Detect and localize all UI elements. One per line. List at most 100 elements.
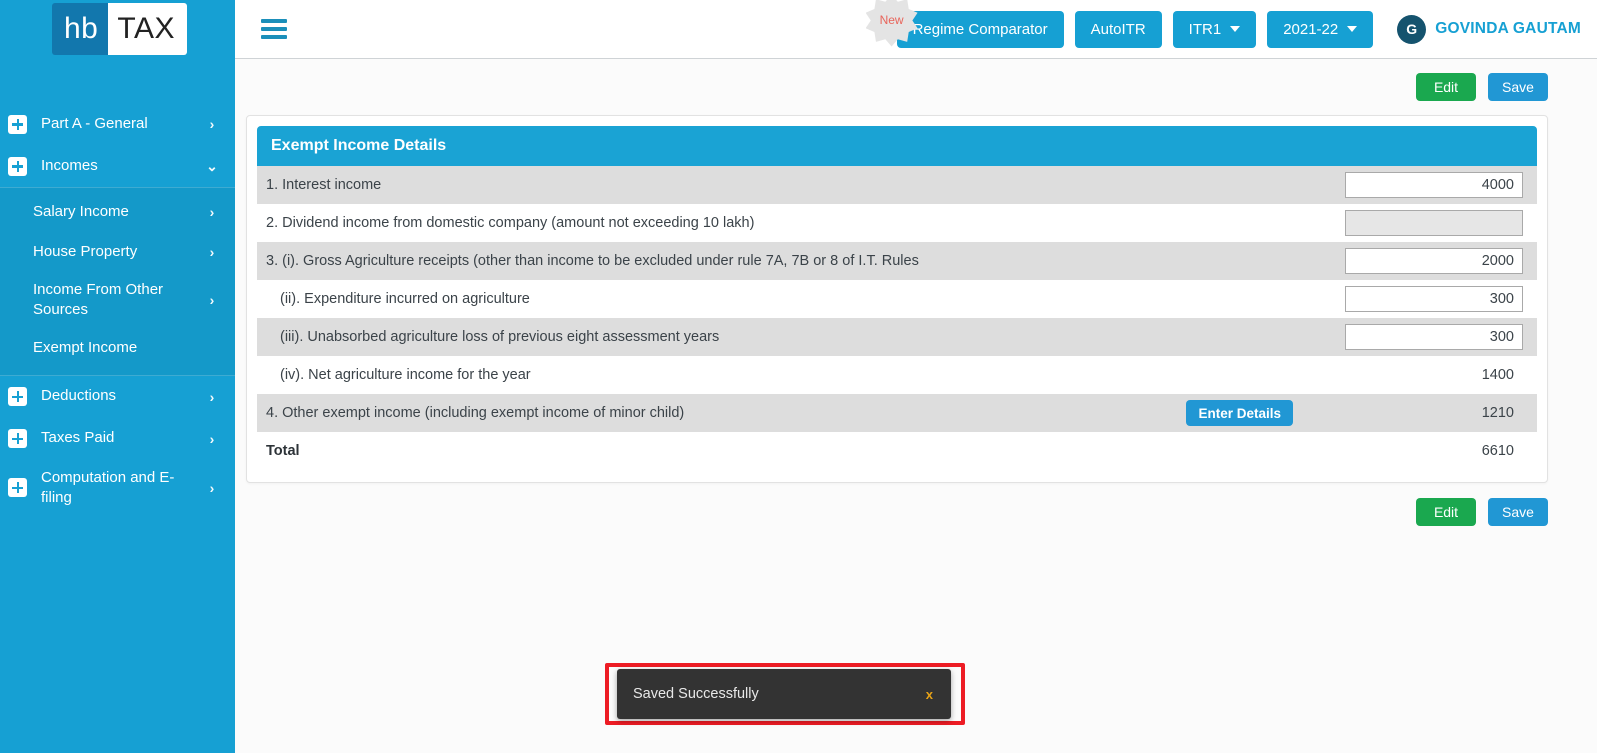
plus-box-icon: [8, 429, 27, 448]
save-button-bottom[interactable]: Save: [1488, 498, 1548, 526]
sidebar-item-label: Deductions: [41, 387, 117, 405]
row-value: [1293, 210, 1523, 236]
sidebar-item-label: Incomes: [41, 156, 98, 174]
total-label: Total: [266, 442, 300, 459]
user-menu[interactable]: G GOVINDA GAUTAM: [1397, 14, 1581, 44]
assessment-year-dropdown[interactable]: 2021-22: [1267, 10, 1374, 48]
itr-type-value: ITR1: [1188, 20, 1222, 38]
plus-box-icon: [8, 387, 27, 406]
row-value: [1293, 172, 1523, 198]
table-row: (iii). Unabsorbed agriculture loss of pr…: [257, 318, 1537, 356]
sidebar-item-label: Salary Income: [33, 202, 129, 220]
sidebar-item-house-property[interactable]: House Property ›: [0, 232, 235, 272]
toast-close-button[interactable]: x: [926, 687, 933, 702]
sidebar-item-label: Computation and E-filing: [41, 468, 175, 506]
regime-comparator-wrapper: New Regime Comparator: [865, 0, 1064, 48]
row-label: 4. Other exempt income (including exempt…: [266, 404, 685, 421]
table-row: 1. Interest income: [257, 166, 1537, 204]
top-action-row: Edit Save: [246, 73, 1548, 101]
edit-button-bottom[interactable]: Edit: [1416, 498, 1476, 526]
plus-box-icon: [8, 156, 27, 176]
card-title: Exempt Income Details: [257, 126, 1537, 166]
gross-agriculture-receipts-input[interactable]: [1345, 248, 1523, 274]
logo-hb-text: hb: [52, 3, 109, 55]
top-navbar: New Regime Comparator AutoITR ITR1 2021-…: [235, 0, 1597, 59]
chevron-right-icon: ›: [209, 244, 215, 260]
row-value: [1293, 286, 1523, 312]
hamburger-icon[interactable]: [261, 19, 287, 39]
enter-details-button[interactable]: Enter Details: [1186, 400, 1293, 426]
app-logo[interactable]: hb TAX: [0, 0, 235, 58]
sidebar-item-label: Part A - General: [41, 114, 148, 132]
table-row: (ii). Expenditure incurred on agricultur…: [257, 280, 1537, 318]
sidebar-item-taxes-paid[interactable]: Taxes Paid ›: [0, 418, 235, 460]
content-area: Edit Save Exempt Income Details 1. Inter…: [235, 59, 1597, 753]
row-label: (ii). Expenditure incurred on agricultur…: [280, 290, 530, 307]
chevron-right-icon: ›: [209, 116, 215, 132]
row-label: 3. (i). Gross Agriculture receipts (othe…: [266, 252, 919, 269]
exempt-income-table: 1. Interest income 2. Dividend income fr…: [257, 166, 1537, 470]
sidebar-item-label: Taxes Paid: [41, 429, 115, 447]
avatar: G: [1397, 14, 1427, 44]
bottom-action-row: Edit Save: [246, 498, 1548, 526]
exempt-income-card: Exempt Income Details 1. Interest income…: [246, 115, 1548, 483]
table-row: (iv). Net agriculture income for the yea…: [257, 356, 1537, 394]
user-name-label: GOVINDA GAUTAM: [1435, 20, 1581, 37]
sidebar-item-incomes[interactable]: Incomes ⌄: [0, 145, 235, 187]
sidebar-submenu-incomes: Salary Income › House Property › Income …: [0, 187, 235, 376]
table-row: 3. (i). Gross Agriculture receipts (othe…: [257, 242, 1537, 280]
row-label: (iii). Unabsorbed agriculture loss of pr…: [280, 328, 720, 345]
toast-message: Saved Successfully: [633, 686, 759, 702]
sidebar-item-part-a-general[interactable]: Part A - General ›: [0, 103, 235, 145]
chevron-down-icon: [1347, 26, 1358, 32]
chevron-down-icon: [1230, 26, 1241, 32]
sidebar-nav: Part A - General › Incomes ⌄ Salary Inco…: [0, 103, 235, 516]
sidebar-item-income-from-other-sources[interactable]: Income From Other Sources ›: [0, 272, 235, 329]
topbar-actions: New Regime Comparator AutoITR ITR1 2021-…: [865, 0, 1581, 48]
sidebar-item-label: Exempt Income: [33, 339, 138, 357]
app-root: hb TAX Part A - General › Incomes ⌄ Sala…: [0, 0, 1597, 753]
assessment-year-value: 2021-22: [1283, 20, 1339, 38]
row-value: 1400: [1293, 367, 1523, 383]
save-button-top[interactable]: Save: [1488, 73, 1548, 101]
chevron-right-icon: ›: [209, 292, 215, 309]
sidebar-item-label: House Property: [33, 242, 138, 260]
table-row: 2. Dividend income from domestic company…: [257, 204, 1537, 242]
itr-type-dropdown[interactable]: ITR1: [1172, 10, 1257, 48]
edit-button-top[interactable]: Edit: [1416, 73, 1476, 101]
sidebar: hb TAX Part A - General › Incomes ⌄ Sala…: [0, 0, 235, 753]
sidebar-item-label: Income From Other Sources: [33, 281, 164, 319]
regime-comparator-button[interactable]: Regime Comparator: [896, 10, 1064, 48]
table-row: 4. Other exempt income (including exempt…: [257, 394, 1537, 432]
chevron-right-icon: ›: [209, 204, 215, 220]
dividend-income-input: [1345, 210, 1523, 236]
row-label: 1. Interest income: [266, 176, 382, 193]
row-label: (iv). Net agriculture income for the yea…: [280, 366, 531, 383]
sidebar-item-deductions[interactable]: Deductions ›: [0, 376, 235, 418]
chevron-right-icon: ›: [209, 479, 215, 496]
chevron-down-icon: ⌄: [206, 157, 218, 174]
sidebar-item-computation-and-e-filing[interactable]: Computation and E-filing ›: [0, 460, 235, 517]
auto-itr-button[interactable]: AutoITR: [1074, 10, 1162, 48]
total-value: 6610: [1481, 443, 1514, 459]
chevron-right-icon: ›: [209, 430, 215, 447]
unabsorbed-agriculture-loss-input[interactable]: [1345, 324, 1523, 350]
row-value: 1210: [1293, 405, 1523, 421]
row-action: Enter Details: [1153, 400, 1293, 426]
interest-income-input[interactable]: [1345, 172, 1523, 198]
row-value: 6610: [1293, 443, 1523, 459]
plus-box-icon: [8, 478, 27, 498]
toast-notification: Saved Successfully x: [617, 669, 951, 719]
plus-box-icon: [8, 114, 27, 134]
sidebar-item-salary-income[interactable]: Salary Income ›: [0, 192, 235, 232]
chevron-right-icon: ›: [209, 388, 215, 405]
other-exempt-income-value: 1210: [1481, 405, 1514, 421]
agriculture-expenditure-input[interactable]: [1345, 286, 1523, 312]
main-area: New Regime Comparator AutoITR ITR1 2021-…: [235, 0, 1597, 753]
net-agriculture-income-value: 1400: [1481, 367, 1514, 383]
sidebar-item-exempt-income[interactable]: Exempt Income: [0, 329, 235, 369]
row-label: 2. Dividend income from domestic company…: [266, 214, 755, 231]
table-row-total: Total 6610: [257, 432, 1537, 470]
row-value: [1293, 248, 1523, 274]
row-value: [1293, 324, 1523, 350]
